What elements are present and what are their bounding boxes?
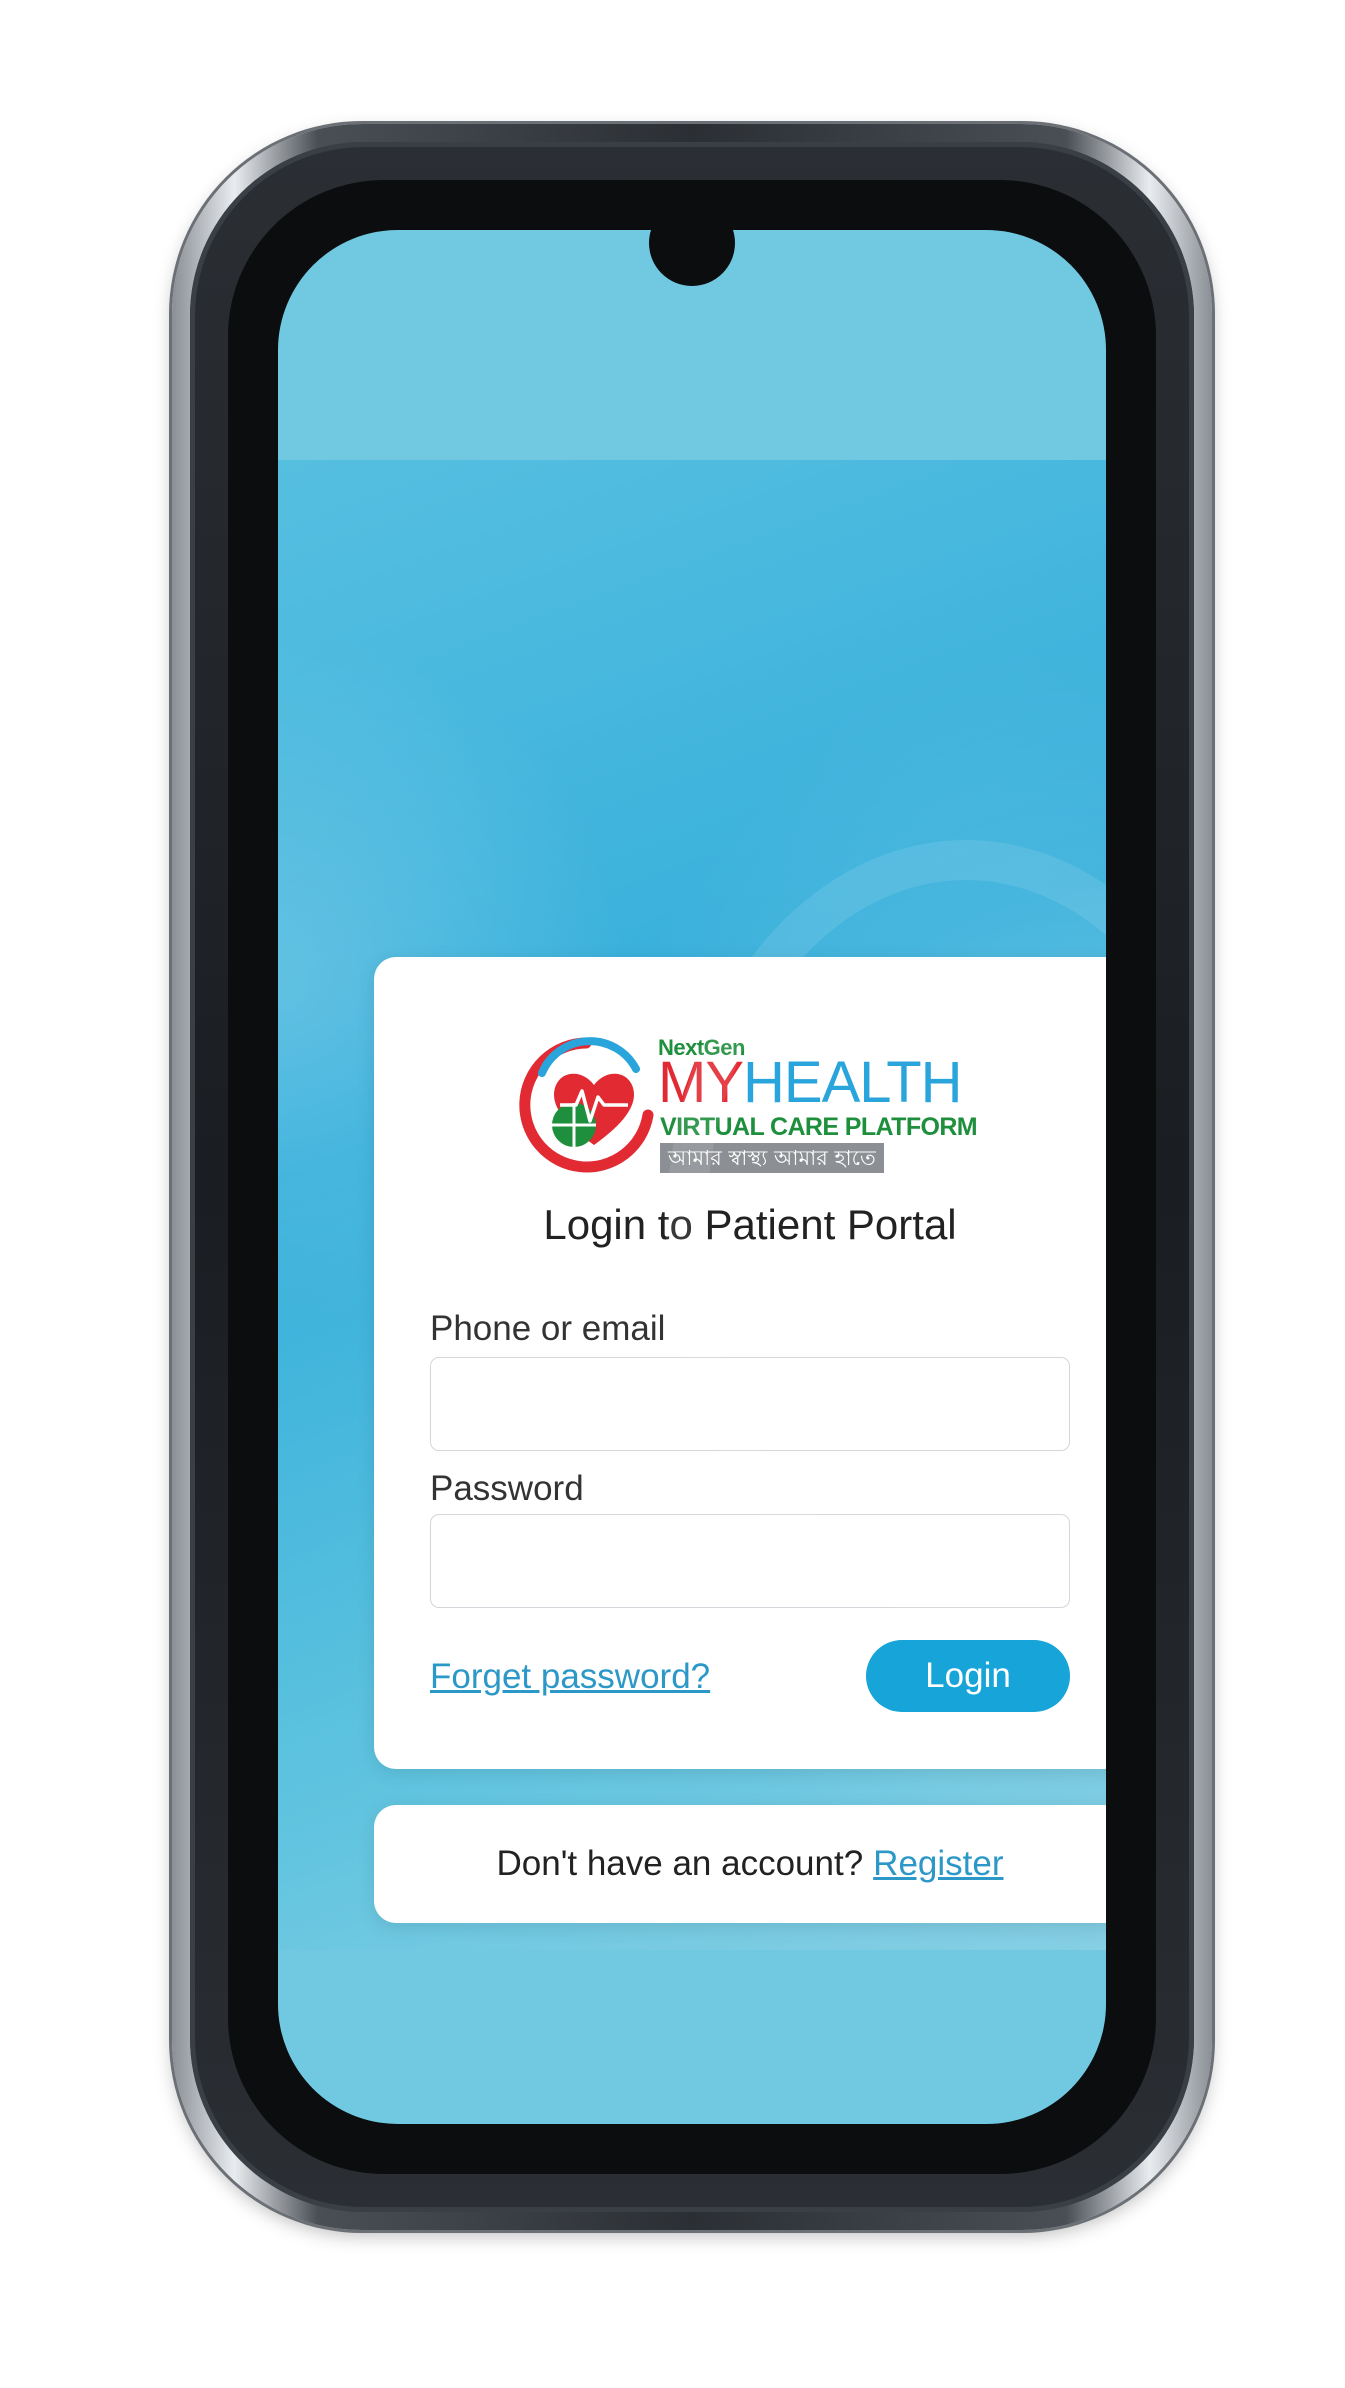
register-link[interactable]: Register — [873, 1844, 1003, 1884]
forgot-password-link[interactable]: Forget password? — [430, 1657, 710, 1697]
phone-email-label: Phone or email — [430, 1309, 666, 1348]
heart-globe-logo-icon — [519, 1037, 654, 1173]
brand-logo: NextGen MYHEALTH VIRTUAL CARE PLATFORM আ… — [516, 1033, 978, 1173]
login-card: NextGen MYHEALTH VIRTUAL CARE PLATFORM আ… — [374, 957, 1106, 1769]
page: NextGen MYHEALTH VIRTUAL CARE PLATFORM আ… — [0, 0, 1345, 2388]
phone-bezel: NextGen MYHEALTH VIRTUAL CARE PLATFORM আ… — [228, 180, 1156, 2174]
logo-health-text: HEALTH — [743, 1050, 963, 1115]
phone-email-input[interactable] — [430, 1357, 1070, 1451]
page-title: Login to Patient Portal — [543, 1201, 957, 1248]
logo-tagline: আমার স্বাস্থ্য আমার হাতে — [660, 1143, 884, 1173]
login-button[interactable]: Login — [866, 1640, 1070, 1712]
phone-frame: NextGen MYHEALTH VIRTUAL CARE PLATFORM আ… — [172, 124, 1212, 2230]
logo-my-text: MY — [658, 1050, 744, 1115]
register-card: Don't have an account? Register — [374, 1805, 1106, 1923]
password-label: Password — [430, 1469, 584, 1508]
app-background: NextGen MYHEALTH VIRTUAL CARE PLATFORM আ… — [278, 460, 1106, 1950]
phone-body: NextGen MYHEALTH VIRTUAL CARE PLATFORM আ… — [190, 142, 1194, 2212]
register-prompt: Don't have an account? — [496, 1844, 864, 1883]
password-input[interactable] — [430, 1514, 1070, 1608]
logo-subtitle: VIRTUAL CARE PLATFORM — [660, 1113, 978, 1141]
logo-brand-name: MYHEALTH — [658, 1050, 963, 1115]
phone-screen: NextGen MYHEALTH VIRTUAL CARE PLATFORM আ… — [278, 230, 1106, 2124]
camera-notch — [649, 230, 735, 286]
